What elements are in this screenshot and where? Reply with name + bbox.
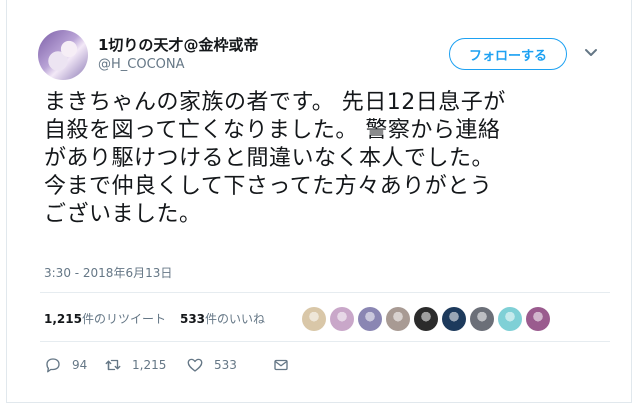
reply-icon (46, 358, 60, 373)
divider (40, 292, 610, 293)
tweet-stats: 1,215件のリツイート 533件のいいね (44, 310, 265, 327)
retweet-count: 1,215 (132, 358, 167, 372)
liked-by-avatars (302, 307, 550, 331)
tweet-timestamp[interactable]: 3:30 - 2018年6月13日 (44, 264, 172, 281)
retweet-button[interactable]: 1,215 (104, 356, 186, 374)
liker-avatar[interactable] (358, 307, 382, 331)
likes-stat-label: 件のいいね (205, 312, 266, 326)
user-display-name[interactable]: 1切りの天才@金枠或帝 (98, 34, 258, 55)
liker-avatar[interactable] (526, 307, 550, 331)
liker-avatar[interactable] (470, 307, 494, 331)
liker-avatar[interactable] (498, 307, 522, 331)
heart-icon (187, 358, 203, 372)
divider (40, 341, 610, 342)
liker-avatar[interactable] (330, 307, 354, 331)
user-avatar[interactable] (38, 30, 88, 80)
tweet-actions: 94 1,215 533 (44, 356, 290, 374)
retweets-stat-count: 1,215 (44, 312, 82, 326)
liker-avatar[interactable] (414, 307, 438, 331)
liker-avatar[interactable] (386, 307, 410, 331)
reply-count: 94 (72, 358, 88, 372)
like-count: 533 (214, 358, 237, 372)
likes-stat-count: 533 (179, 312, 206, 326)
likes-stat[interactable]: 533件のいいね (180, 310, 265, 327)
follow-button[interactable]: フォローする (449, 38, 567, 70)
retweets-stat[interactable]: 1,215件のリツイート (44, 310, 166, 327)
envelope-icon (274, 359, 288, 371)
retweet-icon (105, 359, 121, 371)
liker-avatar[interactable] (442, 307, 466, 331)
user-handle[interactable]: @H_COCONA (98, 57, 185, 72)
retweets-stat-label: 件のリツイート (81, 312, 166, 326)
like-button[interactable]: 533 (186, 356, 272, 374)
tweet-text: まきちゃんの家族の者です。 先日12日息子が 自殺を図って亡くなりました。 警察… (44, 90, 506, 227)
liker-avatar[interactable] (302, 307, 326, 331)
chevron-down-icon[interactable] (584, 45, 598, 59)
reply-button[interactable]: 94 (44, 356, 104, 374)
direct-message-button[interactable] (272, 356, 290, 374)
